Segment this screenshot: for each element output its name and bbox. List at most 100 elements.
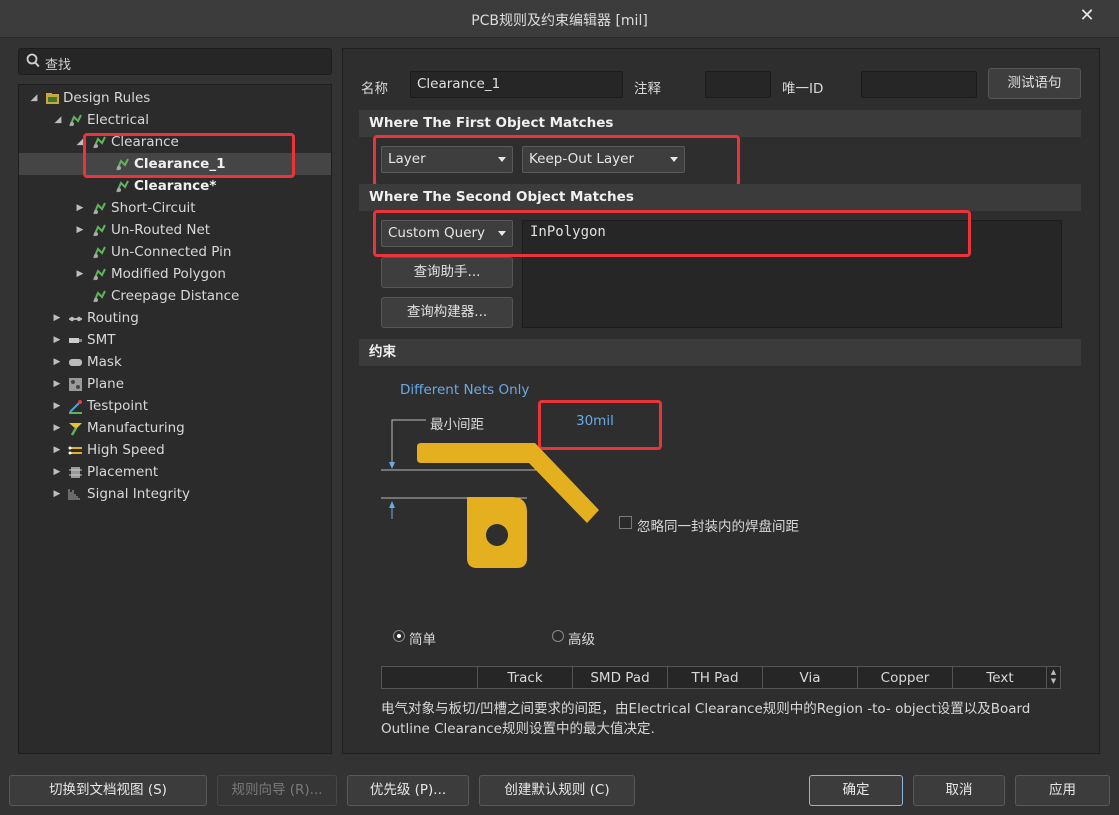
collapsed-arrow-icon[interactable]: ▶ (52, 461, 62, 483)
rule-icon (93, 224, 106, 237)
grid-column-header: Copper (857, 667, 952, 688)
collapsed-arrow-icon[interactable]: ▶ (75, 197, 85, 219)
ignore-pads-checkbox[interactable] (619, 516, 632, 529)
tree-item-electrical[interactable]: ◢ Electrical (19, 109, 331, 131)
rule-icon (93, 246, 106, 259)
collapsed-arrow-icon[interactable]: ▶ (52, 395, 62, 417)
collapsed-arrow-icon[interactable]: ▶ (52, 307, 62, 329)
grid-column-header: Text (952, 667, 1047, 688)
tree-item-un-connected-pin[interactable]: Un-Connected Pin (19, 241, 331, 263)
collapsed-arrow-icon[interactable]: ▶ (52, 439, 62, 461)
tree-item-label: Modified Polygon (111, 266, 226, 282)
tree-item-short-circuit[interactable]: ▶ Short-Circuit (19, 197, 331, 219)
tree-item-label: Un-Routed Net (111, 222, 211, 238)
test-query-button[interactable]: 测试语句 (988, 68, 1081, 99)
tree-item-design-rules[interactable]: ◢ Design Rules (19, 87, 331, 109)
tree-item-modified-polygon[interactable]: ▶ Modified Polygon (19, 263, 331, 285)
cancel-button[interactable]: 取消 (913, 775, 1005, 806)
highlight-box (373, 135, 740, 187)
window-title: PCB规则及约束编辑器 [mil] (471, 13, 648, 29)
search-icon (26, 53, 40, 68)
placement-icon (69, 467, 82, 478)
design-rules-folder-icon (46, 93, 59, 104)
collapsed-arrow-icon[interactable]: ▶ (75, 263, 85, 285)
clearance-rule-icon (116, 180, 129, 193)
grid-scroll-arrows-icon[interactable]: ▲ ▼ (1046, 667, 1060, 688)
tree-item-label: SMT (87, 332, 116, 348)
advanced-mode-radio[interactable] (552, 630, 564, 642)
tree-item-label: Plane (87, 376, 125, 392)
collapsed-arrow-icon[interactable]: ▶ (52, 373, 62, 395)
grid-column-header: Track (477, 667, 572, 688)
rule-comment-field[interactable] (705, 71, 771, 98)
switch-document-view-button[interactable]: 切换到文档视图 (S) (9, 775, 207, 806)
create-default-rules-button[interactable]: 创建默认规则 (C) (479, 775, 635, 806)
rule-name-field[interactable]: Clearance_1 (410, 71, 623, 98)
clearance-diagram (381, 419, 599, 568)
tree-item-label: Creepage Distance (111, 288, 240, 304)
name-label: 名称 (361, 81, 388, 97)
simple-mode-radio[interactable] (393, 630, 405, 642)
testpoint-icon (69, 400, 82, 414)
tree-item-label: Routing (87, 310, 139, 326)
tree-item-label: Short-Circuit (111, 200, 196, 216)
electrical-rule-icon (69, 114, 82, 127)
collapsed-arrow-icon[interactable]: ▶ (52, 351, 62, 373)
manufacturing-icon (69, 423, 82, 436)
apply-button[interactable]: 应用 (1015, 775, 1110, 806)
rule-wizard-button[interactable]: 规则向导 (R)... (217, 775, 337, 806)
unique-id-label: 唯一ID (782, 81, 824, 97)
tree-item-placement[interactable]: ▶ Placement (19, 461, 331, 483)
tree-item-label: Electrical (87, 112, 150, 128)
tree-item-routing[interactable]: ▶ Routing (19, 307, 331, 329)
signal-integrity-icon (68, 489, 80, 500)
tree-item-un-routed-net[interactable]: ▶ Un-Routed Net (19, 219, 331, 241)
query-helper-button[interactable]: 查询助手... (381, 257, 513, 288)
tree-item-high-speed[interactable]: ▶ High Speed (19, 439, 331, 461)
net-scope-link[interactable]: Different Nets Only (400, 382, 529, 398)
first-object-header: Where The First Object Matches (359, 110, 1081, 137)
ok-button[interactable]: 确定 (809, 775, 903, 806)
priority-button[interactable]: 优先级 (P)... (347, 775, 469, 806)
collapsed-arrow-icon[interactable]: ▶ (52, 483, 62, 505)
tree-item-label: Signal Integrity (87, 486, 191, 502)
tree-item-label: Clearance* (134, 178, 217, 194)
unique-id-field[interactable] (861, 71, 977, 98)
clearance-matrix-header[interactable]: Track SMD Pad TH Pad Via Copper Text ▲ ▼ (381, 666, 1061, 689)
rule-icon (93, 290, 106, 303)
tree-item-plane[interactable]: ▶ Plane (19, 373, 331, 395)
expanded-arrow-icon[interactable]: ◢ (29, 87, 39, 109)
query-builder-button[interactable]: 查询构建器... (381, 297, 513, 328)
rule-description: 电气对象与板切/凹槽之间要求的间距，由Electrical Clearance规… (381, 701, 1031, 737)
simple-mode-label: 简单 (409, 632, 436, 648)
advanced-mode-label: 高级 (568, 632, 595, 648)
comment-label: 注释 (634, 81, 661, 97)
rules-navigation-panel: 查找 ◢ Design Rules ◢ Electrical ◢ Clearan… (18, 48, 332, 754)
highlight-box (83, 133, 295, 178)
constraints-header: 约束 (359, 339, 1081, 366)
grid-column-header (382, 667, 477, 688)
collapsed-arrow-icon[interactable]: ▶ (52, 417, 62, 439)
tree-item-clearance-modified[interactable]: Clearance* (19, 175, 331, 197)
tree-item-smt[interactable]: ▶ SMT (19, 329, 331, 351)
search-input[interactable]: 查找 (18, 48, 332, 75)
collapsed-arrow-icon[interactable]: ▶ (52, 329, 62, 351)
close-icon[interactable]: ✕ (1077, 6, 1097, 26)
collapsed-arrow-icon[interactable]: ▶ (75, 219, 85, 241)
tree-item-mask[interactable]: ▶ Mask (19, 351, 331, 373)
tree-item-label: Design Rules (63, 90, 151, 106)
rules-tree[interactable]: ◢ Design Rules ◢ Electrical ◢ Clearance … (18, 84, 332, 754)
tree-item-manufacturing[interactable]: ▶ Manufacturing (19, 417, 331, 439)
routing-icon (69, 316, 82, 322)
title-bar: PCB规则及约束编辑器 [mil] ✕ (0, 0, 1119, 38)
tree-item-signal-integrity[interactable]: ▶ Signal Integrity (19, 483, 331, 505)
highlight-box (373, 210, 971, 257)
tree-item-creepage-distance[interactable]: Creepage Distance (19, 285, 331, 307)
smt-icon (69, 338, 82, 343)
expanded-arrow-icon[interactable]: ◢ (53, 109, 63, 131)
mask-icon (69, 359, 82, 366)
search-placeholder: 查找 (45, 58, 72, 73)
rule-editor-panel: 名称 Clearance_1 注释 唯一ID 测试语句 Where The Fi… (342, 48, 1100, 754)
tree-item-testpoint[interactable]: ▶ Testpoint (19, 395, 331, 417)
plane-icon (69, 378, 82, 391)
